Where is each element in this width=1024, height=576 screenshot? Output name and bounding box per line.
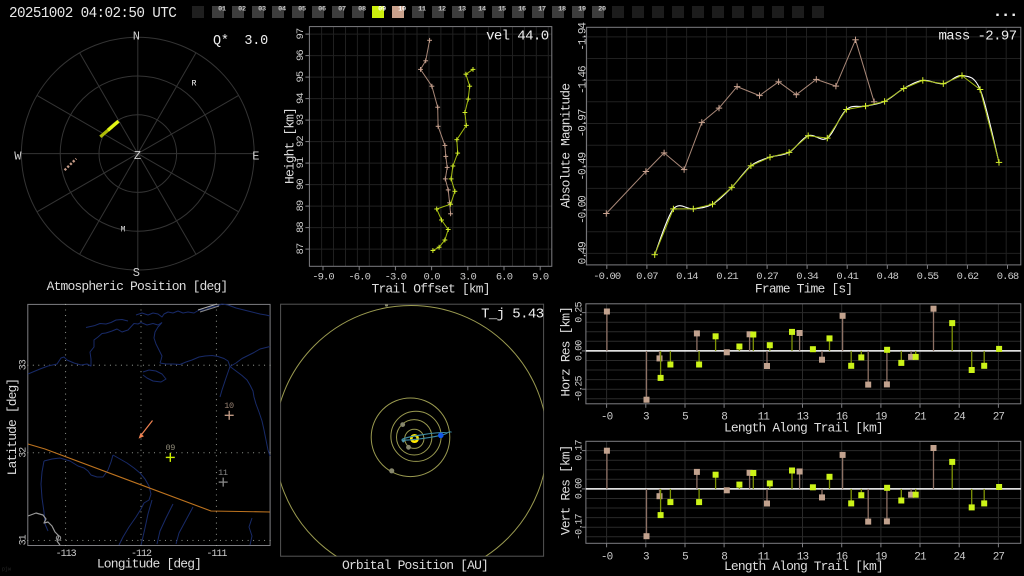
svg-text:10: 10 — [224, 401, 234, 411]
svg-text:E: E — [252, 150, 259, 164]
svg-text:19: 19 — [578, 6, 586, 14]
svg-text:-0.97: -0.97 — [577, 109, 589, 137]
svg-text:mass -2.97: mass -2.97 — [938, 28, 1016, 44]
svg-text:95: 95 — [295, 71, 307, 82]
svg-text:17: 17 — [538, 6, 546, 14]
svg-text:16: 16 — [518, 6, 526, 14]
svg-text:0.14: 0.14 — [676, 271, 698, 283]
svg-text:Atmospheric Position [deg]: Atmospheric Position [deg] — [47, 279, 228, 294]
svg-text:Height [km]: Height [km] — [283, 108, 298, 184]
svg-text:20: 20 — [598, 6, 606, 14]
svg-text:11: 11 — [218, 468, 228, 478]
svg-text:01: 01 — [218, 6, 226, 14]
svg-text:20251002 04:02:50 UTC: 20251002 04:02:50 UTC — [9, 6, 176, 22]
svg-text:S: S — [133, 266, 140, 280]
svg-text:12: 12 — [438, 6, 446, 14]
svg-text:0.48: 0.48 — [876, 271, 898, 283]
svg-text:0.00: 0.00 — [575, 340, 586, 361]
svg-text:02: 02 — [238, 6, 246, 14]
svg-text:Frame Time [s]: Frame Time [s] — [755, 281, 852, 296]
svg-text:-111: -111 — [206, 549, 227, 560]
svg-text:T_j 5.43: T_j 5.43 — [481, 306, 544, 322]
svg-text:31: 31 — [18, 534, 29, 545]
svg-text:5: 5 — [682, 552, 688, 564]
svg-text:Absolute Magnitude: Absolute Magnitude — [558, 84, 573, 208]
svg-text:21: 21 — [914, 552, 927, 564]
svg-text:Length Along Trail [km]: Length Along Trail [km] — [724, 559, 883, 574]
svg-text:33: 33 — [18, 359, 29, 370]
svg-text:3: 3 — [643, 552, 649, 564]
svg-text:24: 24 — [953, 412, 966, 424]
svg-text:04: 04 — [278, 6, 286, 14]
svg-text:18: 18 — [558, 6, 566, 14]
svg-text:9.0: 9.0 — [532, 272, 549, 284]
svg-text:-0.49: -0.49 — [577, 153, 589, 181]
svg-text:0.62: 0.62 — [957, 271, 979, 283]
svg-text:15: 15 — [498, 6, 506, 14]
svg-text:-6.0: -6.0 — [348, 272, 370, 284]
svg-text:-0.17: -0.17 — [575, 514, 586, 540]
svg-text:Longitude [deg]: Longitude [deg] — [97, 557, 201, 572]
svg-text:0.25: 0.25 — [575, 302, 586, 323]
svg-text:89: 89 — [295, 200, 307, 211]
svg-text:6.0: 6.0 — [496, 272, 513, 284]
svg-text:Length Along Trail [km]: Length Along Trail [km] — [724, 421, 883, 436]
svg-text:05: 05 — [298, 6, 306, 14]
svg-text:pjw: pjw — [2, 567, 11, 573]
svg-text:Vert Res [km]: Vert Res [km] — [559, 445, 574, 535]
svg-text:94: 94 — [295, 93, 307, 104]
svg-text:R: R — [192, 80, 197, 89]
svg-text:-0.00: -0.00 — [577, 196, 589, 224]
svg-text:21: 21 — [914, 412, 927, 424]
svg-text:10: 10 — [398, 6, 406, 14]
svg-text:97: 97 — [295, 28, 307, 39]
svg-text:N: N — [133, 30, 140, 44]
svg-text:Horz Res [km]: Horz Res [km] — [559, 307, 574, 397]
svg-text:-0: -0 — [601, 412, 613, 424]
svg-text:0.21: 0.21 — [716, 271, 738, 283]
svg-text:11: 11 — [418, 6, 426, 14]
svg-text:0.68: 0.68 — [997, 271, 1019, 283]
svg-text:24: 24 — [953, 552, 966, 564]
svg-text:14: 14 — [478, 6, 486, 14]
svg-text:5: 5 — [682, 412, 688, 424]
svg-text:0.07: 0.07 — [636, 271, 658, 283]
svg-text:88: 88 — [295, 222, 307, 233]
svg-text:27: 27 — [993, 552, 1005, 564]
svg-text:Latitude [deg]: Latitude [deg] — [5, 379, 20, 476]
svg-text:0.55: 0.55 — [917, 271, 939, 283]
svg-text:13: 13 — [458, 6, 466, 14]
svg-text:Orbital Position [AU]: Orbital Position [AU] — [342, 558, 488, 573]
svg-text:07: 07 — [338, 6, 346, 14]
svg-text:-0.25: -0.25 — [575, 376, 586, 402]
svg-text:-0.00: -0.00 — [593, 271, 621, 283]
svg-text:Z: Z — [134, 149, 141, 163]
svg-text:0.49: 0.49 — [577, 242, 589, 265]
svg-text:03: 03 — [258, 6, 266, 14]
svg-text:0.17: 0.17 — [575, 440, 586, 461]
svg-text:06: 06 — [318, 6, 326, 14]
svg-text:-0: -0 — [601, 552, 613, 564]
svg-text:27: 27 — [993, 412, 1005, 424]
svg-text:vel 44.0: vel 44.0 — [486, 28, 549, 44]
svg-text:96: 96 — [295, 50, 307, 61]
svg-text:-113: -113 — [56, 549, 77, 560]
svg-text:Q* 3.0: Q* 3.0 — [213, 34, 268, 49]
svg-text:-1.46: -1.46 — [577, 66, 589, 94]
svg-text:08: 08 — [358, 6, 366, 14]
svg-text:87: 87 — [295, 243, 307, 254]
svg-text:09: 09 — [165, 443, 175, 453]
svg-text:M: M — [121, 226, 126, 235]
svg-text:-1.94: -1.94 — [577, 22, 589, 51]
svg-text:-9.0: -9.0 — [312, 272, 334, 284]
svg-text:Trail Offset [km]: Trail Offset [km] — [372, 281, 490, 296]
svg-text:09: 09 — [378, 6, 386, 14]
svg-text:3: 3 — [643, 412, 649, 424]
svg-text:W: W — [14, 150, 22, 164]
svg-text:0.00: 0.00 — [575, 478, 586, 499]
